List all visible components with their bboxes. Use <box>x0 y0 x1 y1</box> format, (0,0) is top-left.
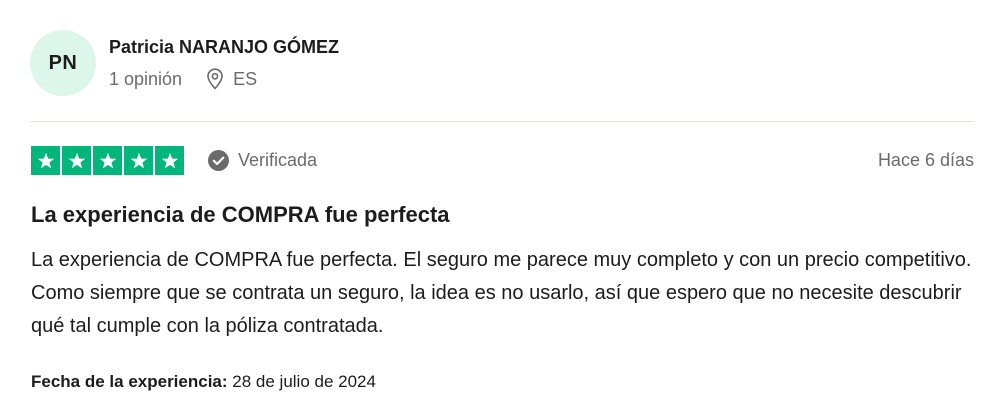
reviewer-meta: 1 opinión ES <box>109 67 339 90</box>
reviewer-header[interactable]: PN Patricia NARANJO GÓMEZ 1 opinión ES <box>30 30 339 96</box>
avatar[interactable]: PN <box>30 30 96 96</box>
verified-badge[interactable]: Verificada <box>208 150 317 171</box>
star-icon <box>124 146 153 175</box>
map-pin-icon <box>206 67 224 90</box>
star-icon <box>93 146 122 175</box>
reviewer-country: ES <box>233 68 258 89</box>
divider <box>30 121 974 122</box>
verified-label: Verificada <box>238 150 318 170</box>
review-card: PN Patricia NARANJO GÓMEZ 1 opinión ES V… <box>0 0 1000 411</box>
experience-date-label: Fecha de la experiencia: <box>31 372 228 391</box>
star-icon <box>155 146 184 175</box>
reviewer-name[interactable]: Patricia NARANJO GÓMEZ <box>109 35 339 59</box>
experience-date: Fecha de la experiencia: 28 de julio de … <box>31 370 376 394</box>
star-icon <box>31 146 60 175</box>
review-body: La experiencia de COMPRA fue perfecta. E… <box>31 249 972 337</box>
reviewer-info: Patricia NARANJO GÓMEZ 1 opinión ES <box>109 37 339 90</box>
star-rating <box>31 146 184 175</box>
star-icon <box>62 146 91 175</box>
rating-row: Verificada Hace 6 días <box>31 145 974 176</box>
review-title[interactable]: La experiencia de COMPRA fue perfecta <box>31 199 450 231</box>
reviews-count: 1 opinión <box>109 68 183 89</box>
experience-date-value: 28 de julio de 2024 <box>232 372 376 391</box>
check-circle-icon <box>208 150 229 171</box>
review-date: Hace 6 días <box>877 150 974 170</box>
